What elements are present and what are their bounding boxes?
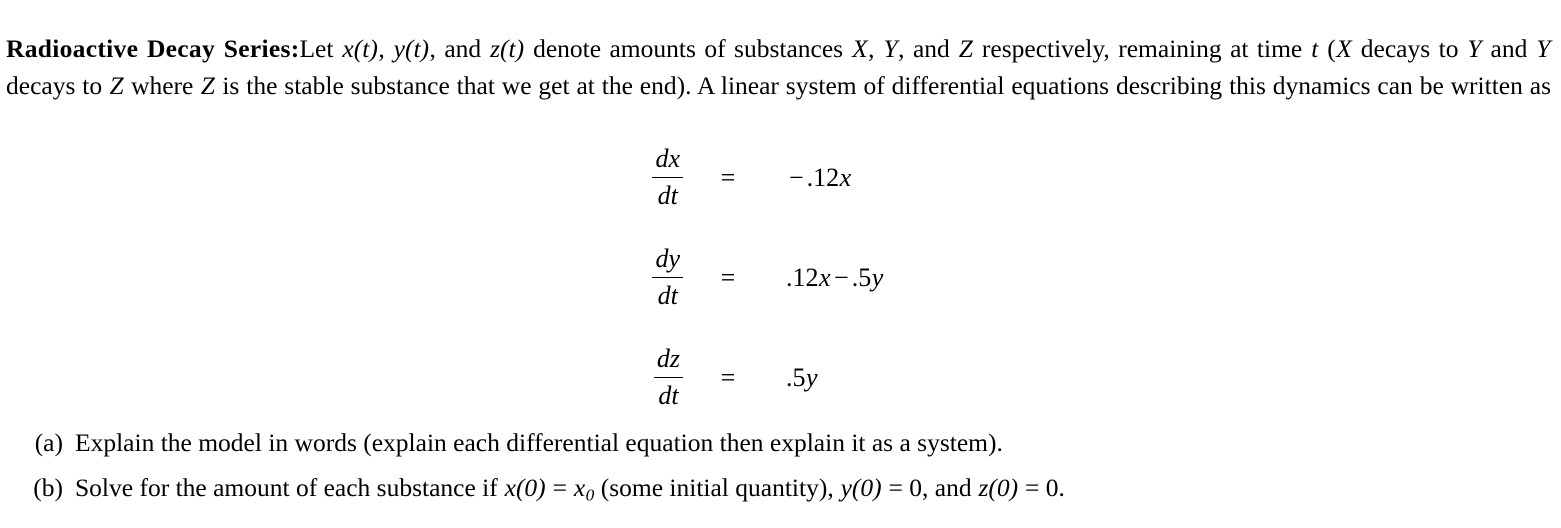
substance-Y: Y [883, 33, 898, 63]
condition-y0-rhs: 0 [909, 473, 923, 502]
condition-z0-rhs: 0 [1045, 473, 1059, 502]
substance-Z: Z [958, 33, 973, 63]
list-item-b: (b) Solve for the amount of each substan… [0, 465, 1561, 518]
item-text-b: Solve for the amount of each substance i… [75, 465, 1561, 518]
minus-sign: − [834, 263, 849, 292]
equation-lhs-dz-dt: dz dt [0, 344, 700, 412]
problem-statement-paragraph: Radioactive Decay Series:Let x(t), y(t),… [6, 30, 1551, 141]
item-b-prefix: Solve for the amount of each substance i… [75, 473, 505, 502]
decay-target-Z: Z [109, 70, 124, 100]
decay-source-X: X [1336, 33, 1352, 63]
problem-title: Radioactive Decay Series: [6, 33, 300, 63]
coefficient-1: .12 [786, 263, 819, 292]
var-t: t [1311, 33, 1319, 63]
item-label-a: (a) [34, 428, 63, 457]
fraction-numerator: dy [655, 244, 680, 274]
equation-rhs-dx-dt: − .12x [756, 163, 1561, 193]
equation-rhs-dy-dt: .12x − .5y [756, 263, 1561, 293]
intro-seg10: and [1482, 33, 1536, 63]
equation-lhs-dy-dt: dy dt [0, 244, 700, 312]
fraction-denominator: dt [657, 181, 678, 211]
intro-seg2: , [378, 33, 394, 63]
condition-z0-lhs: z(0) [978, 473, 1019, 502]
fraction-denominator: dt [658, 381, 679, 411]
equals-sign: = [720, 163, 736, 192]
equation-row-dx-dt: dx dt = − .12x [0, 128, 1561, 228]
equals-sign: = [720, 363, 736, 392]
intro-seg3: , and [429, 33, 490, 63]
decay-target-Y: Y [1467, 33, 1482, 63]
minus-sign: − [789, 163, 804, 192]
fraction-dz-dt: dz dt [653, 344, 684, 412]
item-b-period: . [1058, 473, 1065, 502]
intro-seg8: ( [1318, 33, 1336, 63]
fraction-dy-dt: dy dt [651, 244, 684, 312]
coefficient: .5 [786, 363, 806, 392]
coefficient-2: .5 [851, 263, 872, 292]
item-text-a: Explain the model in words (explain each… [75, 428, 1003, 457]
list-item-a: (a) Explain the model in words (explain … [0, 420, 1561, 465]
intro-seg11: decays to [6, 70, 109, 100]
equation-lhs-dx-dt: dx dt [0, 144, 700, 212]
condition-z0-rel: = [1018, 473, 1046, 502]
sub-questions-list: (a) Explain the model in words (explain … [0, 420, 1561, 518]
fraction-numerator: dx [655, 144, 680, 174]
document-page: Radioactive Decay Series:Let x(t), y(t),… [0, 0, 1561, 528]
variable-x: x [819, 263, 831, 292]
equation-system: dx dt = − .12x dy dt = .12x − .5y dz dt … [0, 128, 1561, 428]
equation-row-dz-dt: dz dt = .5y [0, 328, 1561, 428]
variable-x: x [839, 163, 852, 192]
equation-row-dy-dt: dy dt = .12x − .5y [0, 228, 1561, 328]
var-y-of-t: y(t) [393, 33, 430, 63]
variable-y: y [871, 263, 884, 292]
item-label-b: (b) [33, 473, 63, 502]
substance-X: X [852, 33, 868, 63]
fraction-dx-dt: dx dt [651, 144, 684, 212]
var-x-of-t: x(t) [342, 33, 378, 63]
intro-seg9: decays to [1352, 33, 1467, 63]
intro-seg12: where [124, 70, 201, 100]
item-b-comma: , and [922, 473, 978, 502]
fraction-denominator: dt [657, 281, 678, 311]
condition-y0-rel: = [882, 473, 910, 502]
intro-seg5: , [868, 33, 883, 63]
condition-x0-rhs: x [573, 473, 586, 502]
condition-x0-rel: = [546, 473, 574, 502]
equation-rhs-dz-dt: .5y [756, 363, 1561, 393]
variable-y: y [806, 363, 818, 392]
condition-x0-lhs: x(0) [504, 473, 546, 502]
equals-sign: = [720, 263, 736, 292]
coefficient: .12 [806, 163, 840, 192]
item-b-mid: (some initial quantity), [594, 473, 841, 502]
intro-seg13: is the stable substance that we get at t… [215, 70, 1552, 100]
var-z-of-t: z(t) [490, 33, 525, 63]
intro-seg6: , and [898, 33, 959, 63]
intro-seg4: denote amounts of substances [524, 33, 852, 63]
decay-source-Y: Y [1536, 33, 1551, 63]
intro-seg1: Let [299, 33, 342, 63]
intro-seg7: respectively, remaining at time [973, 33, 1311, 63]
stable-substance-Z: Z [200, 70, 215, 100]
fraction-numerator: dz [656, 344, 680, 374]
condition-y0-lhs: y(0) [840, 473, 882, 502]
